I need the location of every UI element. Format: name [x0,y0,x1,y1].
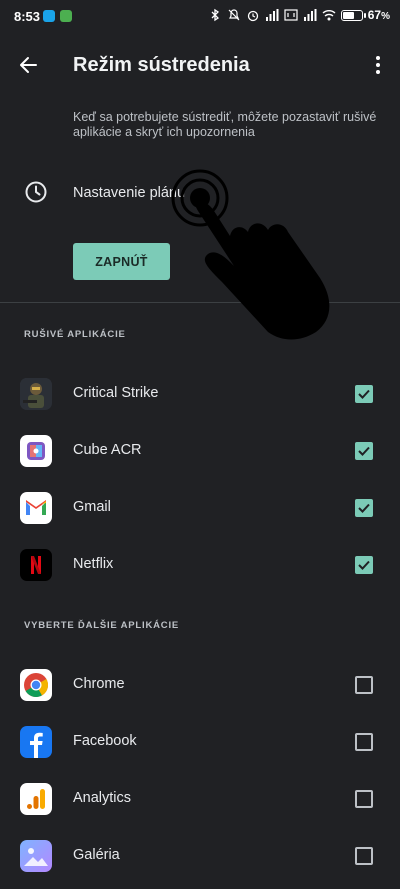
focus-description: Keď sa potrebujete sústrediť, môžete poz… [73,110,377,139]
app-row-cube-acr[interactable]: Cube ACR [0,426,400,476]
cube-acr-icon [20,435,52,467]
more-vertical-icon [376,56,380,74]
app-row-analytics[interactable]: Analytics [0,774,400,824]
app-checkbox[interactable] [355,499,373,517]
app-name: Facebook [73,733,137,749]
app-checkbox[interactable] [355,385,373,403]
status-time: 8:53 [14,9,41,24]
app-checkbox[interactable] [355,676,373,694]
app-bar: Režim sústredenia [0,40,400,90]
app-name: Galéria [73,847,120,863]
data-icon [284,9,298,21]
app-row-gmail[interactable]: Gmail [0,483,400,533]
chat-app-icon [60,10,72,22]
status-icons: 67% [208,8,390,22]
status-bar: 8:53 67% [0,0,400,34]
netflix-icon [20,549,52,581]
app-checkbox[interactable] [355,556,373,574]
signal-icon [303,9,317,21]
bluetooth-icon [211,8,219,22]
critical-strike-icon [20,378,52,410]
app-row-chrome[interactable]: Chrome [0,660,400,710]
app-name: Netflix [73,556,114,572]
app-name: Critical Strike [73,385,159,401]
app-checkbox[interactable] [355,442,373,460]
wifi-icon [322,10,336,21]
back-button[interactable] [14,50,44,80]
facebook-icon [20,726,52,758]
app-row-facebook[interactable]: Facebook [0,717,400,767]
distracting-apps-header: RUŠIVÉ APLIKÁCIE [24,329,126,340]
schedule-setting[interactable]: Nastavenie plánu [0,166,400,220]
alarm-icon [247,10,258,22]
app-row-critical-strike[interactable]: Critical Strike [0,369,400,419]
app-name: Gmail [73,499,111,515]
gmail-icon [20,492,52,524]
divider [0,302,400,303]
signal-icon [265,9,279,21]
app-checkbox[interactable] [355,790,373,808]
mute-icon [228,9,240,21]
app-name: Cube ACR [73,442,142,458]
arrow-left-icon [20,57,37,73]
app-checkbox[interactable] [355,733,373,751]
battery-percent: 67% [367,8,390,22]
analytics-icon [20,783,52,815]
app-row-netflix[interactable]: Netflix [0,540,400,590]
page-title: Režim sústredenia [73,54,250,76]
more-options-button[interactable] [368,50,388,80]
battery-icon [340,9,366,21]
schedule-label: Nastavenie plánu [73,185,186,201]
app-row-gallery[interactable]: Galéria [0,831,400,881]
enable-button[interactable]: ZAPNÚŤ [73,243,170,280]
app-name: Analytics [73,790,132,806]
chrome-icon [20,669,52,701]
skype-icon [43,10,55,22]
app-name: Chrome [73,676,125,692]
clock-icon [25,181,47,203]
gallery-icon [20,840,52,872]
app-checkbox[interactable] [355,847,373,865]
more-apps-header: VYBERTE ĎALŠIE APLIKÁCIE [24,620,180,631]
